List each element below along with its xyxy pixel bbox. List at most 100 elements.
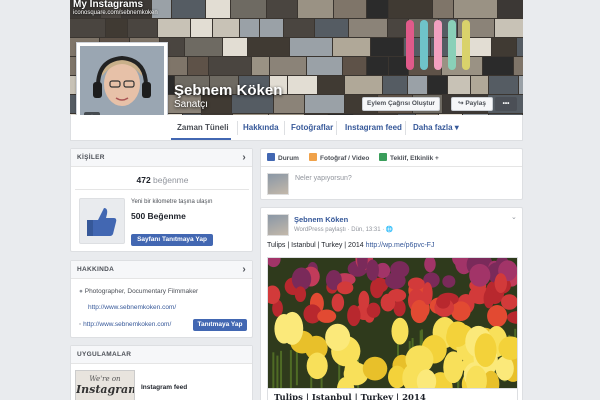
cover-tile [305, 95, 344, 113]
cover-tile [290, 38, 332, 56]
cover-tile [106, 19, 127, 37]
post-text: Tulips | Istanbul | Turkey | 2014 [267, 242, 364, 249]
photo-label: Fotoğraf / Video [320, 155, 370, 162]
cover-tile [158, 19, 190, 37]
instagram-app-thumbnail[interactable]: We're on Instagram [75, 370, 135, 400]
cover-tile [334, 0, 366, 18]
likes-header-label: KİŞİLER [77, 154, 105, 161]
cover-tile [389, 0, 432, 18]
tab-instagram-feed[interactable]: Instagram feed [345, 123, 402, 132]
chevron-right-icon[interactable]: › [242, 149, 246, 167]
cover-tile [284, 19, 314, 37]
share-label: Paylaş [465, 100, 486, 107]
tab-divider [336, 121, 337, 135]
promo-count: 500 Beğenme [131, 211, 186, 221]
composer-tabs: Durum Fotoğraf / Video Teklif, Etkinlik … [261, 149, 522, 167]
tab-more[interactable]: Daha fazla ▾ [413, 123, 459, 132]
composer-photo-tab[interactable]: Fotoğraf / Video [309, 153, 369, 162]
post-image[interactable] [267, 257, 518, 389]
cover-tile [70, 19, 105, 37]
cover-tile [267, 0, 297, 18]
tab-photos[interactable]: Fotoğraflar [291, 123, 333, 132]
cover-tile [455, 38, 491, 56]
cover-tile [252, 57, 269, 75]
cover-tile [343, 57, 366, 75]
app-item-instagram-feed[interactable]: Instagram feed [141, 384, 187, 391]
thumb-line2: Instagram [76, 383, 135, 396]
cover-tile [172, 0, 205, 18]
about-website-row: ▫ http://www.sebnemkoken.com/ [79, 321, 171, 328]
page-nav: Zaman Tüneli Hakkında Fotoğraflar Instag… [70, 115, 523, 141]
post-text-row: Tulips | Istanbul | Turkey | 2014 http:/… [267, 242, 434, 249]
cover-tile [248, 38, 289, 56]
cover-tile [213, 19, 239, 37]
tab-divider [237, 121, 238, 135]
tab-timeline[interactable]: Zaman Tüneli [177, 123, 229, 132]
link-preview-title[interactable]: Tulips | Istanbul | Turkey | 2014 [267, 389, 518, 400]
cover-tile [433, 0, 453, 18]
chevron-down-icon[interactable]: ⌄ [511, 213, 517, 221]
thumbs-up-icon [79, 198, 125, 244]
offer-label: Teklif, Etkinlik + [390, 155, 439, 162]
more-options-button[interactable]: ••• [495, 97, 517, 111]
cover-title: My Instagrams [73, 0, 144, 10]
divider [75, 189, 249, 190]
share-button[interactable]: ↪ Paylaş [451, 97, 493, 111]
cover-tile [206, 0, 230, 18]
cover-accent [462, 20, 470, 70]
cover-tile [315, 19, 348, 37]
cover-tile [288, 76, 317, 94]
post-link[interactable]: http://wp.me/p6pvc-FJ [366, 242, 435, 249]
likes-header[interactable]: KİŞİLER › [71, 149, 252, 167]
cover-accent [448, 20, 456, 70]
composer-status-tab[interactable]: Durum [267, 153, 299, 162]
composer-offer-tab[interactable]: Teklif, Etkinlik + [379, 153, 439, 162]
cover-tile [489, 76, 518, 94]
cover-tile [367, 57, 388, 75]
cover-tile [388, 19, 408, 37]
promote-page-button[interactable]: Sayfanı Tanıtmaya Yap [131, 234, 213, 246]
apps-header[interactable]: UYGULAMALAR [71, 346, 252, 364]
status-label: Durum [278, 155, 299, 162]
likes-count-row[interactable]: 472 beğenme [71, 175, 254, 185]
composer-input[interactable]: Neler yapıyorsun? [295, 175, 352, 182]
about-card: HAKKINDA › ● Photographer, Documentary Fi… [70, 260, 253, 338]
cover-tile [349, 19, 387, 37]
page-category: Sanatçı [174, 99, 208, 110]
cover-accent [406, 20, 414, 70]
cta-button[interactable]: Eylem Çağrısı Oluştur [362, 97, 440, 111]
cover-accent [420, 20, 428, 70]
cover-tile [428, 76, 447, 94]
about-website-link[interactable]: http://www.sebnemkoken.com/ [88, 304, 176, 311]
cover-tile [448, 76, 470, 94]
page-name: Şebnem Köken [174, 82, 283, 99]
cover-tile [128, 19, 157, 37]
cover-tile [240, 19, 259, 37]
likes-count-label: beğenme [153, 175, 189, 185]
post-avatar[interactable] [267, 214, 289, 236]
about-description: Photographer, Documentary Filmmaker [84, 288, 199, 295]
about-header-label: HAKKINDA [77, 266, 115, 273]
post-card: Şebnem Köken WordPress paylaştı · Dün, 1… [260, 207, 523, 400]
pencil-icon [267, 153, 275, 161]
cover-tile [495, 19, 523, 37]
promote-website-button[interactable]: Tanıtmaya Yap [193, 319, 247, 331]
about-header[interactable]: HAKKINDA › [71, 261, 252, 279]
cover-tile [517, 38, 523, 56]
thumb-line1: We're on [89, 375, 121, 383]
chevron-right-icon[interactable]: › [242, 261, 246, 279]
tab-about[interactable]: Hakkında [243, 123, 279, 132]
cover-tile [223, 38, 247, 56]
cover-tile [371, 38, 403, 56]
cover-tile [231, 0, 266, 18]
photo-icon [309, 153, 317, 161]
cover-tile [408, 76, 427, 94]
cover-tile [318, 76, 344, 94]
cover-tile [307, 57, 342, 75]
post-author[interactable]: Şebnem Köken [294, 215, 348, 224]
about-website-link-2[interactable]: http://www.sebnemkoken.com/ [83, 321, 171, 328]
cover-tile [185, 38, 222, 56]
tulips-photo [268, 258, 517, 388]
cover-url: iconosquare.com/sebnemkoken [73, 10, 158, 16]
cover-tile [298, 0, 333, 18]
